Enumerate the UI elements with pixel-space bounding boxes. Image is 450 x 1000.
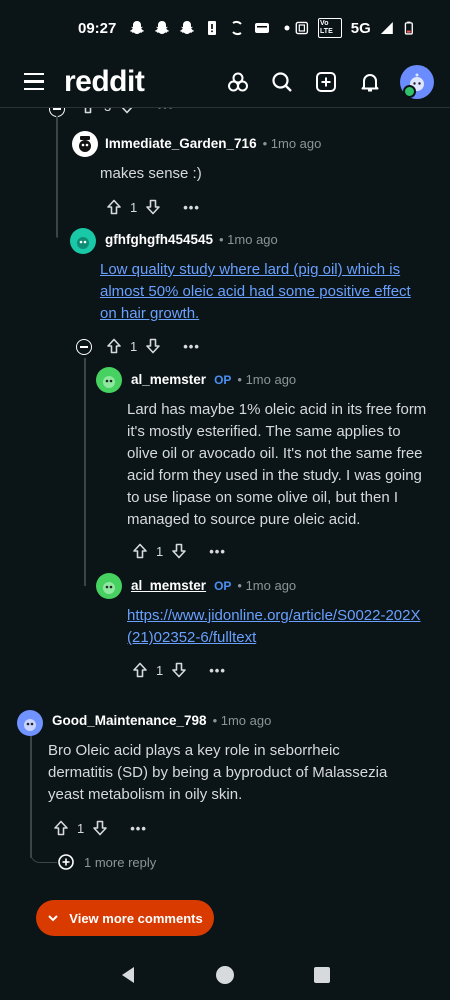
- upvote-icon[interactable]: [132, 662, 148, 678]
- upvote-icon[interactable]: [106, 338, 122, 354]
- vote-bar: 1 •••: [132, 662, 226, 678]
- comment-header: Immediate_Garden_716 • 1mo ago: [105, 136, 321, 151]
- comment-age: • 1mo ago: [262, 136, 322, 151]
- more-options-icon[interactable]: •••: [209, 544, 226, 559]
- vote-count: 1: [130, 199, 138, 215]
- avatar[interactable]: [96, 367, 122, 393]
- comment-age: • 1mo ago: [212, 713, 272, 728]
- more-replies-button[interactable]: 1 more reply: [58, 854, 156, 870]
- avatar[interactable]: [17, 710, 43, 736]
- comment-age: • 1mo ago: [237, 578, 297, 593]
- menu-icon[interactable]: [24, 73, 44, 90]
- comment-body: Lard has maybe 1% oleic acid in its free…: [127, 401, 427, 528]
- sync-icon: [232, 20, 243, 36]
- comment-thread: 3 ••• Immediate_Garden_716 • 1mo ago mak…: [0, 108, 450, 953]
- thread-connector: [84, 568, 86, 586]
- thread-connector: [30, 848, 57, 863]
- downvote-icon[interactable]: [92, 820, 108, 836]
- vote-bar: 1 •••: [106, 338, 200, 354]
- system-nav-bar: [0, 950, 450, 1000]
- op-badge: OP: [214, 373, 232, 387]
- more-options-icon[interactable]: •••: [183, 200, 200, 215]
- comment-header: gfhfghgfh454545 • 1mo ago: [105, 232, 278, 247]
- downvote-icon[interactable]: [171, 662, 187, 678]
- comment-author[interactable]: al_memster: [131, 372, 206, 387]
- upvote-icon[interactable]: [53, 820, 69, 836]
- nfc-icon: [295, 21, 309, 35]
- communities-icon[interactable]: [226, 70, 250, 94]
- upvote-icon[interactable]: [106, 199, 122, 215]
- home-icon[interactable]: [215, 965, 235, 985]
- status-bar: 09:27 Vo LTE 5G: [0, 0, 450, 56]
- snapchat-icon: [155, 21, 170, 34]
- expand-plus-icon: [58, 854, 74, 870]
- comment-header: al_memster OP • 1mo ago: [131, 372, 296, 387]
- user-avatar[interactable]: [400, 64, 434, 99]
- vote-count: 3: [104, 108, 111, 114]
- vote-count: 1: [77, 820, 85, 836]
- downvote-icon[interactable]: [119, 108, 135, 114]
- comment-author[interactable]: al_memster: [131, 578, 206, 593]
- vote-bar: 3 •••: [80, 108, 174, 114]
- snapchat-icon: [180, 21, 195, 34]
- snapchat-icon: [130, 21, 145, 34]
- comment-age: • 1mo ago: [237, 372, 297, 387]
- op-badge: OP: [214, 579, 232, 593]
- comment-header: al_memster OP • 1mo ago: [131, 578, 296, 593]
- chevron-down-icon: [48, 915, 58, 922]
- comment-author[interactable]: Immediate_Garden_716: [105, 136, 257, 151]
- alert-icon: [208, 21, 217, 35]
- collapse-thread-button[interactable]: [76, 339, 92, 355]
- view-more-comments-button[interactable]: View more comments: [36, 900, 214, 936]
- more-options-icon[interactable]: •••: [209, 663, 226, 678]
- downvote-icon[interactable]: [145, 338, 161, 354]
- more-options-icon[interactable]: •••: [157, 108, 174, 114]
- more-options-icon[interactable]: •••: [130, 821, 147, 836]
- thread-line: [30, 732, 32, 858]
- recents-icon[interactable]: [312, 965, 332, 985]
- downvote-icon[interactable]: [171, 543, 187, 559]
- thread-connector: [56, 116, 58, 136]
- thread-line: [84, 358, 86, 580]
- avatar[interactable]: [96, 573, 122, 599]
- downvote-icon[interactable]: [145, 199, 161, 215]
- vote-count: 1: [130, 338, 138, 354]
- signal-icon: [380, 22, 393, 34]
- comment-link[interactable]: https://www.jidonline.org/article/S0022-…: [127, 605, 427, 649]
- comment-body: makes sense :): [100, 165, 202, 182]
- battery-icon: [405, 21, 414, 35]
- vote-bar: 1 •••: [106, 199, 200, 215]
- online-status-dot: [403, 84, 416, 98]
- vote-count: 1: [156, 543, 164, 559]
- vote-bar: 1 •••: [53, 820, 147, 836]
- comment-age: • 1mo ago: [219, 232, 278, 247]
- notifications-bell-icon[interactable]: [358, 70, 382, 94]
- vote-bar: 1 •••: [132, 543, 226, 559]
- avatar[interactable]: [72, 131, 98, 157]
- create-post-icon[interactable]: [314, 70, 338, 94]
- search-icon[interactable]: [270, 70, 294, 94]
- avatar[interactable]: [70, 228, 96, 254]
- comment-link[interactable]: Low quality study where lard (pig oil) w…: [100, 259, 428, 325]
- network-type: 5G: [350, 19, 371, 37]
- view-more-label: View more comments: [69, 910, 203, 926]
- notification-dot-icon: [284, 25, 290, 31]
- reddit-logo[interactable]: reddit: [64, 65, 145, 99]
- comment-header: Good_Maintenance_798 • 1mo ago: [52, 713, 271, 728]
- volte-icon: Vo LTE: [318, 18, 342, 38]
- upvote-icon[interactable]: [132, 543, 148, 559]
- vote-count: 1: [156, 662, 164, 678]
- comment-body: Bro Oleic acid plays a key role in sebor…: [48, 742, 388, 803]
- back-icon[interactable]: [118, 965, 138, 985]
- comment-author[interactable]: Good_Maintenance_798: [52, 713, 207, 728]
- status-time: 09:27: [78, 19, 117, 37]
- upvote-icon[interactable]: [80, 108, 96, 114]
- more-options-icon[interactable]: •••: [183, 339, 200, 354]
- app-header: reddit: [0, 56, 450, 108]
- comment-author[interactable]: gfhfghgfh454545: [105, 232, 213, 247]
- thread-connector: [56, 216, 58, 238]
- more-replies-label: 1 more reply: [84, 854, 157, 870]
- wallet-icon: [255, 23, 270, 33]
